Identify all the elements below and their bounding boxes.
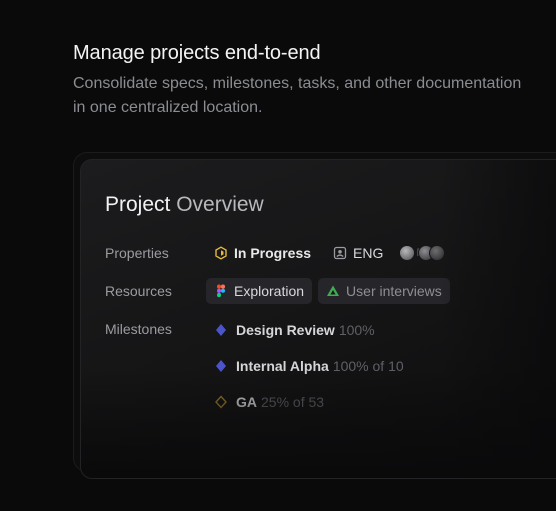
hero-title: Manage projects end-to-end	[73, 42, 321, 64]
figma-icon	[217, 284, 225, 298]
milestones-row: Milestones	[105, 316, 214, 342]
status-chip[interactable]: In Progress	[206, 240, 319, 266]
diamond-filled-icon	[216, 360, 226, 372]
team-icon	[333, 246, 347, 260]
project-overview-panel: Project Overview Properties In Progress …	[80, 159, 556, 479]
milestone-item[interactable]: Internal Alpha 100% of 10	[214, 355, 404, 377]
resource-exploration[interactable]: Exploration	[206, 278, 313, 304]
milestone-item[interactable]: Design Review 100%	[214, 319, 375, 341]
properties-row: Properties In Progress ENG F	[105, 240, 446, 266]
properties-label: Properties	[105, 245, 169, 261]
milestone-meta: 100% of 10	[332, 358, 404, 374]
resources-label: Resources	[105, 283, 172, 299]
diamond-outline-icon	[215, 395, 227, 409]
milestone-name: GA	[236, 394, 257, 410]
panel-fade-bottom	[81, 368, 556, 478]
panel-title: Project Overview	[105, 193, 264, 217]
resources-row: Resources Exploration User interviews	[105, 278, 450, 304]
resource-user-interviews[interactable]: User interviews	[318, 278, 450, 304]
milestone-meta: 25% of 53	[261, 394, 325, 410]
drive-icon	[327, 285, 340, 296]
in-progress-icon	[215, 246, 227, 260]
avatar	[429, 245, 446, 261]
milestone-meta: 100%	[338, 322, 375, 338]
team-chip[interactable]: ENG	[325, 240, 391, 266]
panel-fade-right	[440, 160, 556, 478]
milestone-item[interactable]: GA 25% of 53	[214, 391, 324, 413]
panel-title-main: Project	[105, 193, 171, 216]
avatar	[399, 245, 416, 261]
team-text: ENG	[353, 245, 384, 261]
resource-label: Exploration	[234, 283, 305, 299]
diamond-filled-icon	[216, 324, 226, 336]
panel-title-dim: Overview	[176, 193, 264, 216]
hero-subtitle: Consolidate specs, milestones, tasks, an…	[73, 75, 522, 116]
member-avatars[interactable]: F	[399, 245, 446, 261]
hero-section: Manage projects end-to-end Consolidate s…	[73, 40, 533, 120]
milestone-name: Design Review	[236, 322, 335, 338]
milestones-label: Milestones	[105, 321, 172, 337]
milestone-name: Internal Alpha	[236, 358, 329, 374]
resource-label: User interviews	[346, 283, 442, 299]
status-text: In Progress	[234, 245, 312, 261]
